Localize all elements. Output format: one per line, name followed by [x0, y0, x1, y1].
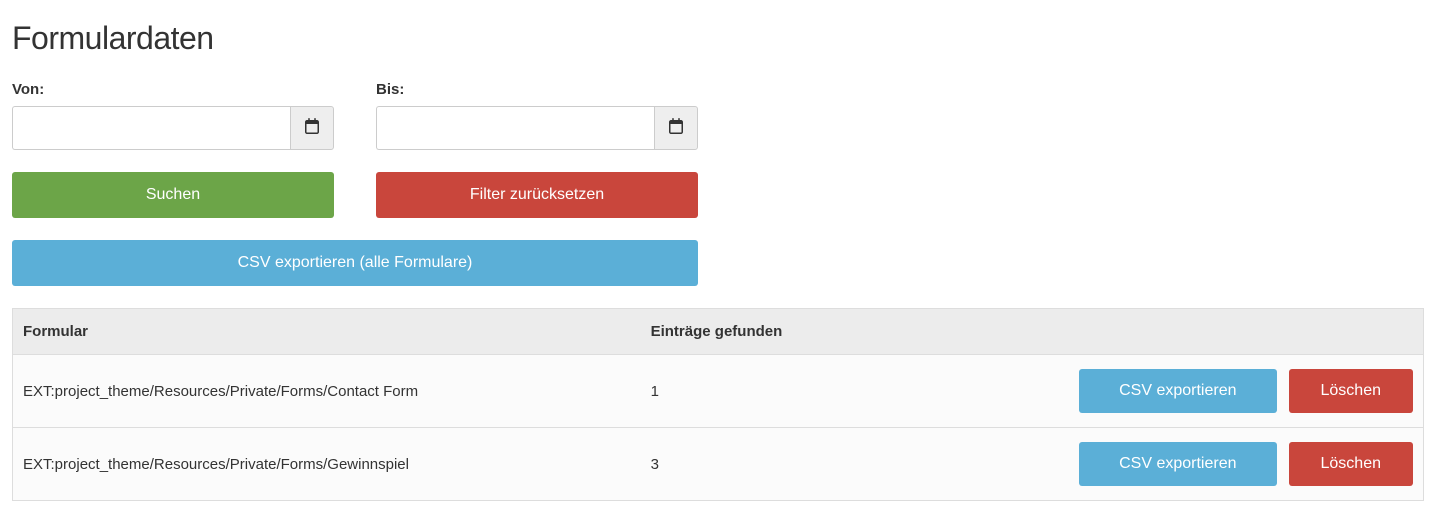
- table-header-row: Formular Einträge gefunden: [13, 309, 1424, 355]
- cell-actions: CSV exportieren Löschen: [870, 428, 1424, 501]
- export-all-button[interactable]: CSV exportieren (alle Formulare): [12, 240, 698, 286]
- to-date-group: Bis:: [376, 81, 698, 150]
- action-row-2: CSV exportieren (alle Formulare): [12, 240, 1424, 286]
- cell-form: EXT:project_theme/Resources/Private/Form…: [13, 355, 641, 428]
- from-input-group: [12, 106, 334, 150]
- export-row-button[interactable]: CSV exportieren: [1079, 442, 1276, 486]
- col-form-header: Formular: [13, 309, 641, 355]
- delete-row-button[interactable]: Löschen: [1289, 442, 1414, 486]
- from-datepicker-button[interactable]: [290, 106, 334, 150]
- delete-row-button[interactable]: Löschen: [1289, 369, 1414, 413]
- table-row: EXT:project_theme/Resources/Private/Form…: [13, 355, 1424, 428]
- from-date-group: Von:: [12, 81, 334, 150]
- cell-entries: 3: [641, 428, 870, 501]
- action-row-1: Suchen Filter zurücksetzen: [12, 172, 1424, 218]
- table-row: EXT:project_theme/Resources/Private/Form…: [13, 428, 1424, 501]
- export-row-button[interactable]: CSV exportieren: [1079, 369, 1276, 413]
- from-date-input[interactable]: [12, 106, 290, 150]
- results-table: Formular Einträge gefunden EXT:project_t…: [12, 308, 1424, 501]
- from-label: Von:: [12, 81, 334, 98]
- cell-actions: CSV exportieren Löschen: [870, 355, 1424, 428]
- to-label: Bis:: [376, 81, 698, 98]
- reset-filter-button[interactable]: Filter zurücksetzen: [376, 172, 698, 218]
- to-date-input[interactable]: [376, 106, 654, 150]
- calendar-icon: [668, 118, 684, 139]
- cell-form: EXT:project_theme/Resources/Private/Form…: [13, 428, 641, 501]
- col-actions-header: [870, 309, 1424, 355]
- calendar-icon: [304, 118, 320, 139]
- to-input-group: [376, 106, 698, 150]
- to-datepicker-button[interactable]: [654, 106, 698, 150]
- date-filter-bar: Von: Bis:: [12, 81, 1424, 150]
- results-table-wrap: Formular Einträge gefunden EXT:project_t…: [12, 308, 1424, 501]
- col-entries-header: Einträge gefunden: [641, 309, 870, 355]
- cell-entries: 1: [641, 355, 870, 428]
- search-button[interactable]: Suchen: [12, 172, 334, 218]
- page-title: Formulardaten: [12, 20, 1424, 57]
